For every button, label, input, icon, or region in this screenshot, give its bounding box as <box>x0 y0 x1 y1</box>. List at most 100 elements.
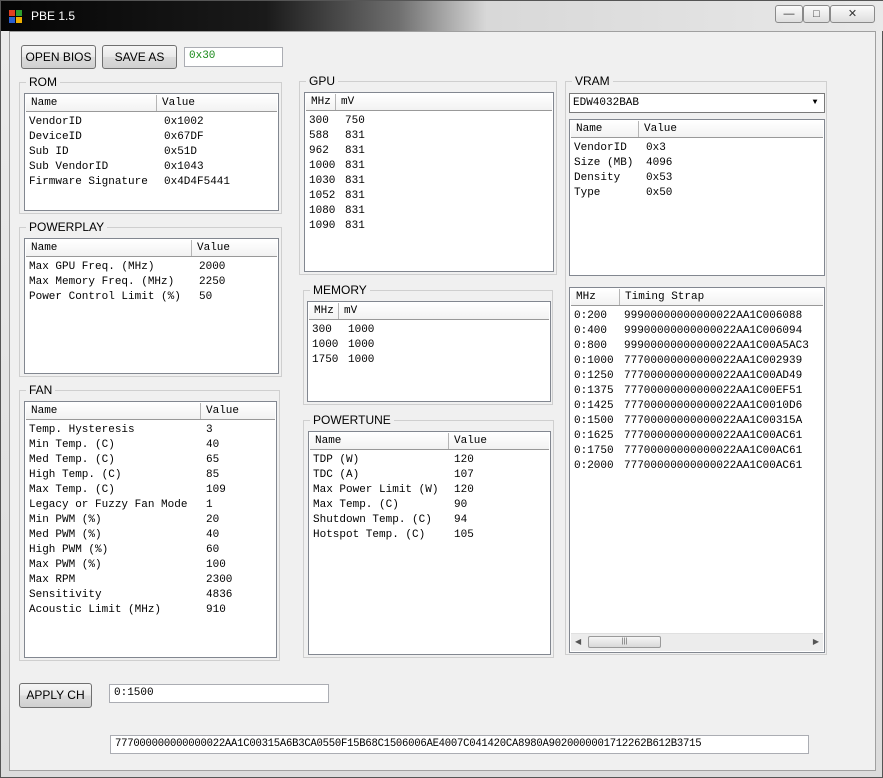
gpu-header-mhz[interactable]: MHz <box>306 94 336 110</box>
offset-field[interactable]: 0x30 <box>184 47 283 67</box>
fan-header-value[interactable]: Value <box>201 403 276 419</box>
vram-info-row[interactable]: VendorID 0x3 <box>574 141 824 156</box>
powertune-row[interactable]: Shutdown Temp. (C) 94 <box>313 513 550 528</box>
scroll-thumb[interactable]: ||| <box>588 636 661 648</box>
fan-header-name[interactable]: Name <box>26 403 201 419</box>
fan-row[interactable]: Min Temp. (C) 40 <box>29 438 276 453</box>
fan-row[interactable]: Max Temp. (C) 109 <box>29 483 276 498</box>
memory-row[interactable]: 1000 1000 <box>312 338 550 353</box>
gpu-row[interactable]: 1030 831 <box>309 174 553 189</box>
timing-row[interactable]: 0:1500 77700000000000022AA1C00315A <box>574 414 822 429</box>
memory-header-mhz[interactable]: MHz <box>309 303 339 319</box>
fan-row[interactable]: Max PWM (%) 100 <box>29 558 276 573</box>
timing-strap-field[interactable]: 777000000000000022AA1C00315A6B3CA0550F15… <box>110 735 809 754</box>
powertune-header-name[interactable]: Name <box>310 433 449 449</box>
timing-mhz-field[interactable]: 0:1500 <box>109 684 329 703</box>
fan-row[interactable]: Temp. Hysteresis 3 <box>29 423 276 438</box>
memory-header-mv[interactable]: mV <box>339 303 550 319</box>
row-name-cell: 0:1000 <box>574 355 614 367</box>
timing-header-mhz[interactable]: MHz <box>571 289 620 305</box>
fan-row[interactable]: High Temp. (C) 85 <box>29 468 276 483</box>
fan-row[interactable]: Max RPM 2300 <box>29 573 276 588</box>
gpu-header-mv[interactable]: mV <box>336 94 553 110</box>
powertune-row[interactable]: TDP (W) 120 <box>313 453 550 468</box>
powertune-header-value[interactable]: Value <box>449 433 550 449</box>
gpu-list-header: MHz mV <box>306 94 552 111</box>
powertune-row[interactable]: Max Power Limit (W) 120 <box>313 483 550 498</box>
row-name-cell: 1750 <box>312 354 339 366</box>
fan-row[interactable]: Sensitivity 4836 <box>29 588 276 603</box>
fan-row[interactable]: Med PWM (%) 40 <box>29 528 276 543</box>
maximize-button[interactable]: □ <box>803 5 830 23</box>
gpu-row[interactable]: 588 831 <box>309 129 553 144</box>
memory-list[interactable]: MHz mV 300 1000 1000 1000 1750 1000 <box>307 301 551 402</box>
vram-info-row[interactable]: Density 0x53 <box>574 171 824 186</box>
powertune-row[interactable]: TDC (A) 107 <box>313 468 550 483</box>
powertune-row[interactable]: Hotspot Temp. (C) 105 <box>313 528 550 543</box>
powerplay-header-value[interactable]: Value <box>192 240 278 256</box>
gpu-row[interactable]: 1090 831 <box>309 219 553 234</box>
timing-row[interactable]: 0:800 99900000000000022AA1C00A5AC3 <box>574 339 822 354</box>
row-value-cell: 85 <box>206 469 220 481</box>
vram-header-name[interactable]: Name <box>571 121 639 137</box>
vram-info-row[interactable]: Size (MB) 4096 <box>574 156 824 171</box>
gpu-row[interactable]: 1000 831 <box>309 159 553 174</box>
vram-select[interactable]: EDW4032BAB ▼ <box>569 93 825 113</box>
rom-row[interactable]: DeviceID 0x67DF <box>29 130 278 145</box>
rom-row[interactable]: VendorID 0x1002 <box>29 115 278 130</box>
vram-info-list[interactable]: Name Value VendorID 0x3 Size (MB) 4096 Densi… <box>569 119 825 276</box>
rom-row[interactable]: Sub ID 0x51D <box>29 145 278 160</box>
gpu-row[interactable]: 300 750 <box>309 114 553 129</box>
rom-header-value[interactable]: Value <box>157 95 278 111</box>
powertune-row[interactable]: Max Temp. (C) 90 <box>313 498 550 513</box>
powertune-list[interactable]: Name Value TDP (W) 120 TDC (A) 107 Max Power… <box>308 431 551 655</box>
memory-row[interactable]: 300 1000 <box>312 323 550 338</box>
powerplay-list[interactable]: Name Value Max GPU Freq. (MHz) 2000 Max Me… <box>24 238 279 374</box>
scroll-left-icon[interactable]: ◀ <box>575 637 581 646</box>
timing-row[interactable]: 0:1250 77700000000000022AA1C00AD49 <box>574 369 822 384</box>
rom-row[interactable]: Firmware Signature 0x4D4F5441 <box>29 175 278 190</box>
title-bar[interactable]: PBE 1.5 — □ ✕ <box>1 1 883 31</box>
vram-header-value[interactable]: Value <box>639 121 824 137</box>
powerplay-row[interactable]: Power Control Limit (%) 50 <box>29 290 278 305</box>
row-value-cell: 0x1002 <box>164 116 204 128</box>
gpu-row[interactable]: 962 831 <box>309 144 553 159</box>
gpu-row[interactable]: 1080 831 <box>309 204 553 219</box>
fan-row[interactable]: Legacy or Fuzzy Fan Mode 1 <box>29 498 276 513</box>
timing-strap-list[interactable]: MHz Timing Strap 0:200 99900000000000022A… <box>569 287 825 653</box>
fan-row[interactable]: Min PWM (%) 20 <box>29 513 276 528</box>
row-value-cell: 100 <box>206 559 226 571</box>
rom-header-name[interactable]: Name <box>26 95 157 111</box>
timing-row[interactable]: 0:1425 77700000000000022AA1C0010D6 <box>574 399 822 414</box>
fan-list[interactable]: Name Value Temp. Hysteresis 3 Min Temp. (C… <box>24 401 277 658</box>
open-bios-button[interactable]: OPEN BIOS <box>21 45 96 69</box>
fan-row[interactable]: Med Temp. (C) 65 <box>29 453 276 468</box>
timing-row[interactable]: 0:1375 77700000000000022AA1C00EF51 <box>574 384 822 399</box>
vram-info-row[interactable]: Type 0x50 <box>574 186 824 201</box>
timing-header-strap[interactable]: Timing Strap <box>620 289 824 305</box>
memory-row[interactable]: 1750 1000 <box>312 353 550 368</box>
timing-horizontal-scrollbar[interactable]: ◀ ||| ▶ <box>571 633 823 651</box>
timing-row[interactable]: 0:2000 77700000000000022AA1C00AC61 <box>574 459 822 474</box>
fan-row[interactable]: High PWM (%) 60 <box>29 543 276 558</box>
minimize-button[interactable]: — <box>775 5 803 23</box>
chevron-down-icon[interactable]: ▼ <box>807 95 823 111</box>
gpu-list[interactable]: MHz mV 300 750 588 831 962 831 1000 831 1030 831 1… <box>304 92 554 272</box>
scroll-right-icon[interactable]: ▶ <box>813 637 819 646</box>
apply-changes-button[interactable]: APPLY CH <box>19 683 92 708</box>
timing-row[interactable]: 0:400 99900000000000022AA1C006094 <box>574 324 822 339</box>
powerplay-row[interactable]: Max Memory Freq. (MHz) 2250 <box>29 275 278 290</box>
timing-row[interactable]: 0:1000 77700000000000022AA1C002939 <box>574 354 822 369</box>
powerplay-header-name[interactable]: Name <box>26 240 192 256</box>
timing-row[interactable]: 0:1750 77700000000000022AA1C00AC61 <box>574 444 822 459</box>
rom-list[interactable]: Name Value VendorID 0x1002 DeviceID 0x67DF S… <box>24 93 279 211</box>
timing-row[interactable]: 0:200 99900000000000022AA1C006088 <box>574 309 822 324</box>
timing-row[interactable]: 0:1625 77700000000000022AA1C00AC61 <box>574 429 822 444</box>
powerplay-row[interactable]: Max GPU Freq. (MHz) 2000 <box>29 260 278 275</box>
save-as-button[interactable]: SAVE AS <box>102 45 177 69</box>
gpu-row[interactable]: 1052 831 <box>309 189 553 204</box>
close-button[interactable]: ✕ <box>830 5 875 23</box>
rom-row[interactable]: Sub VendorID 0x1043 <box>29 160 278 175</box>
fan-row[interactable]: Acoustic Limit (MHz) 910 <box>29 603 276 618</box>
row-name-cell: Firmware Signature <box>29 176 148 188</box>
